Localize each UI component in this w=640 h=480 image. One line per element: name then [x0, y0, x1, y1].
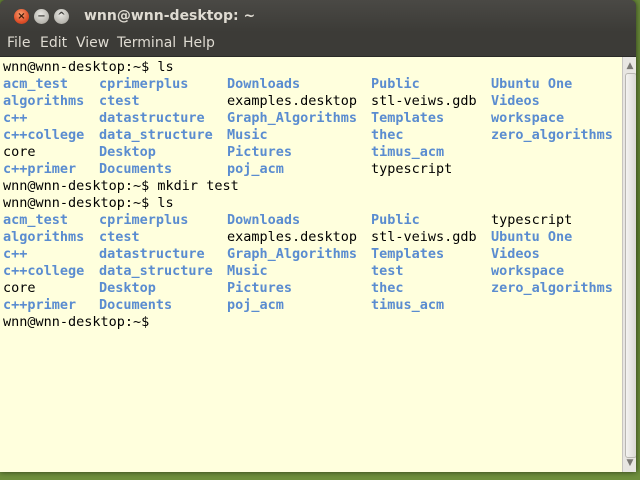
directory-entry: Public	[371, 212, 420, 228]
directory-entry: c++primer	[3, 161, 77, 177]
file-entry: typescript	[491, 212, 573, 228]
directory-entry: data_structure	[99, 263, 213, 279]
file-entry: stl-veiws.gdb	[371, 229, 477, 245]
directory-entry: datastructure	[99, 110, 205, 126]
directory-entry: cprimerplus	[99, 76, 189, 92]
directory-entry: poj_acm	[227, 297, 284, 313]
directory-entry: c++	[3, 110, 28, 126]
directory-entry: algorithms	[3, 229, 85, 245]
directory-entry: Templates	[371, 110, 445, 126]
directory-entry: test	[371, 263, 404, 279]
directory-entry: Music	[227, 263, 268, 279]
directory-entry: c++college	[3, 127, 85, 143]
directory-entry: Pictures	[227, 280, 293, 296]
directory-entry: datastructure	[99, 246, 205, 262]
directory-entry: c++college	[3, 263, 85, 279]
listing-row: c++ datastructure Graph_Algorithms Template…	[0, 110, 620, 127]
directory-entry: zero_algorithms	[491, 280, 613, 296]
listing-row: c++college data_structure Music test workspa…	[0, 263, 620, 280]
directory-entry: zero_algorithms	[491, 127, 613, 143]
menu-help[interactable]: Help	[183, 35, 215, 51]
directory-entry: cprimerplus	[99, 212, 189, 228]
directory-entry: data_structure	[99, 127, 213, 143]
listing-row: c++primer Documents poj_acm typescript	[0, 161, 620, 178]
directory-entry: Downloads	[227, 212, 301, 228]
menu-view[interactable]: View	[76, 35, 109, 51]
listing-row: acm_test cprimerplus Downloads Public typesc…	[0, 212, 620, 229]
directory-entry: c++primer	[3, 297, 77, 313]
directory-entry: workspace	[491, 110, 565, 126]
file-entry: core	[3, 144, 36, 160]
listing-row: c++primer Documents poj_acm timus_acm	[0, 297, 620, 314]
file-entry: core	[3, 280, 36, 296]
directory-entry: Downloads	[227, 76, 301, 92]
scroll-thumb[interactable]	[625, 73, 636, 458]
directory-entry: Graph_Algorithms	[227, 110, 358, 126]
terminal-output[interactable]: wnn@wnn-desktop:~$ ls acm_test cprimerplus…	[0, 57, 622, 472]
scroll-down-arrow-icon[interactable]: ▼	[623, 456, 636, 470]
listing-row: c++ datastructure Graph_Algorithms Template…	[0, 246, 620, 263]
directory-entry: Graph_Algorithms	[227, 246, 358, 262]
minimize-icon: −	[37, 11, 46, 22]
listing-row: core Desktop Pictures timus_acm	[0, 144, 620, 161]
file-entry: examples.desktop	[227, 93, 358, 109]
directory-entry: workspace	[491, 263, 565, 279]
directory-entry: c++	[3, 246, 28, 262]
directory-entry: Music	[227, 127, 268, 143]
directory-entry: thec	[371, 280, 404, 296]
directory-entry: Documents	[99, 161, 173, 177]
title-bar[interactable]: × − ^ wnn@wnn-desktop: ~	[0, 0, 636, 32]
prompt-line: wnn@wnn-desktop:~$ ls	[3, 195, 174, 211]
directory-entry: timus_acm	[371, 144, 445, 160]
maximize-button[interactable]: ^	[54, 9, 69, 24]
listing-row: c++college data_structure Music thec zero_al…	[0, 127, 620, 144]
terminal-window: × − ^ wnn@wnn-desktop: ~ File Edit View …	[0, 0, 636, 472]
directory-entry: ctest	[99, 93, 140, 109]
listing-row: algorithms ctest examples.desktop stl-veiws…	[0, 93, 620, 110]
directory-entry: poj_acm	[227, 161, 284, 177]
listing-row: algorithms ctest examples.desktop stl-veiws…	[0, 229, 620, 246]
menu-file[interactable]: File	[7, 35, 30, 51]
close-icon: ×	[17, 11, 26, 22]
window-title: wnn@wnn-desktop: ~	[84, 8, 256, 24]
directory-entry: Ubuntu One	[491, 229, 573, 245]
directory-entry: Public	[371, 76, 420, 92]
prompt-line: wnn@wnn-desktop:~$ mkdir test	[3, 178, 239, 194]
directory-entry: ctest	[99, 229, 140, 245]
directory-entry: Templates	[371, 246, 445, 262]
prompt-line: wnn@wnn-desktop:~$	[3, 314, 150, 330]
directory-entry: acm_test	[3, 76, 69, 92]
listing-row: core Desktop Pictures thec zero_algorithms	[0, 280, 620, 297]
directory-entry: thec	[371, 127, 404, 143]
directory-entry: algorithms	[3, 93, 85, 109]
directory-entry: timus_acm	[371, 297, 445, 313]
prompt-line: wnn@wnn-desktop:~$ ls	[3, 59, 174, 75]
file-entry: typescript	[371, 161, 453, 177]
directory-entry: acm_test	[3, 212, 69, 228]
listing-row: acm_test cprimerplus Downloads Public Ubuntu…	[0, 76, 620, 93]
directory-entry: Pictures	[227, 144, 293, 160]
directory-entry: Desktop	[99, 280, 156, 296]
directory-entry: Ubuntu One	[491, 76, 573, 92]
directory-entry: Videos	[491, 93, 540, 109]
menu-edit[interactable]: Edit	[40, 35, 67, 51]
directory-entry: Videos	[491, 246, 540, 262]
directory-entry: Desktop	[99, 144, 156, 160]
menu-terminal[interactable]: Terminal	[117, 35, 176, 51]
file-entry: examples.desktop	[227, 229, 358, 245]
directory-entry: Documents	[99, 297, 173, 313]
scroll-up-arrow-icon[interactable]: ▲	[623, 59, 636, 73]
close-button[interactable]: ×	[14, 9, 29, 24]
file-entry: stl-veiws.gdb	[371, 93, 477, 109]
maximize-icon: ^	[57, 11, 66, 22]
menu-bar: File Edit View Terminal Help	[0, 32, 636, 57]
vertical-scrollbar[interactable]: ▲ ▼	[622, 57, 636, 472]
minimize-button[interactable]: −	[34, 9, 49, 24]
